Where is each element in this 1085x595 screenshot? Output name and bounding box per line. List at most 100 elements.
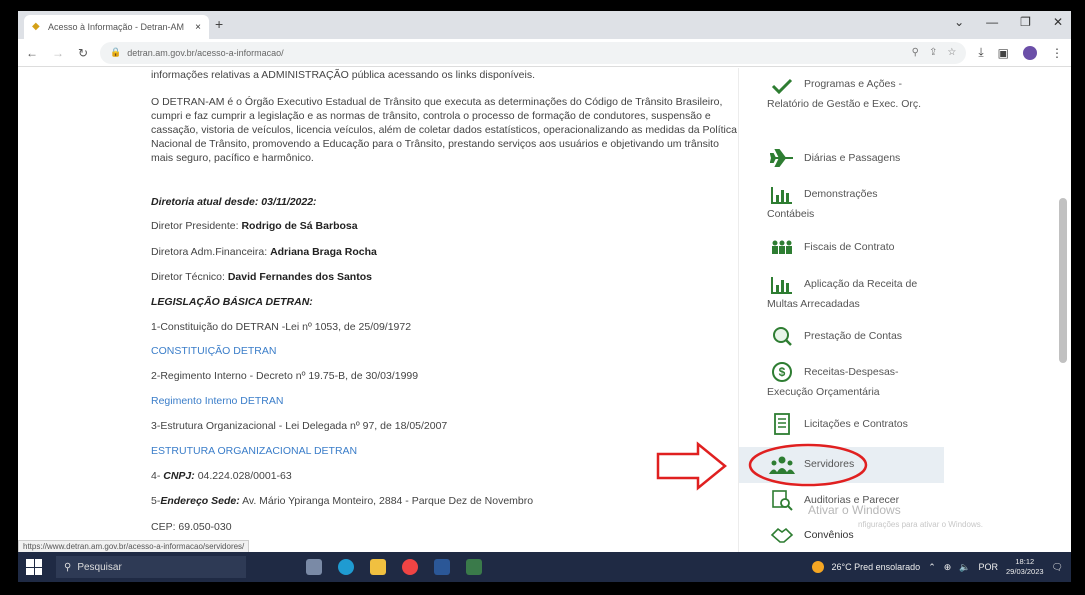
notifications-icon[interactable]: 🗨 bbox=[1052, 562, 1063, 573]
cep-line: CEP: 69.050-030 bbox=[151, 521, 232, 533]
weather-text[interactable]: 26°C Pred ensolarado bbox=[832, 562, 921, 572]
web-page: informações relativas a ADMINISTRAÇÃO pú… bbox=[18, 68, 1071, 552]
sidebar-label-programas-2: Relatório de Gestão e Exec. Orç. bbox=[767, 98, 922, 110]
toolbar-icons: ⤓ ▣ ⋮ bbox=[978, 45, 1063, 60]
sidebar-item-diarias[interactable]: Diárias e Passagens bbox=[739, 148, 944, 168]
status-bar-url: https://www.detran.am.gov.br/acesso-a-in… bbox=[18, 540, 250, 552]
page-scrollbar[interactable] bbox=[1059, 198, 1067, 363]
url-field[interactable]: 🔒 detran.am.gov.br/acesso-a-informacao/ … bbox=[100, 41, 967, 64]
side-panel-icon[interactable]: ▣ bbox=[998, 46, 1009, 60]
activate-windows-subtext: nfigurações para ativar o Windows. bbox=[858, 520, 983, 529]
sidebar-item-demonstracoes[interactable]: Demonstrações Contábeis bbox=[739, 184, 944, 224]
legislacao-item-2: 2-Regimento Interno - Decreto nº 19.75-B… bbox=[151, 370, 419, 382]
diretor-presidente-label: Diretor Presidente: bbox=[151, 220, 239, 232]
dollar-circle-icon: $ bbox=[769, 362, 795, 382]
app-icon[interactable] bbox=[466, 559, 482, 575]
clock-date: 29/03/2023 bbox=[1006, 567, 1044, 576]
close-window-icon[interactable]: ✕ bbox=[1053, 15, 1063, 29]
bookmark-star-icon[interactable]: ☆ bbox=[947, 47, 956, 58]
address-bar: ← → ↻ 🔒 detran.am.gov.br/acesso-a-inform… bbox=[18, 39, 1071, 67]
tray-chevron-icon[interactable]: ⌃ bbox=[928, 562, 936, 573]
legislacao-item-1: 1-Constituição do DETRAN -Lei nº 1053, d… bbox=[151, 321, 412, 333]
taskbar-apps bbox=[306, 559, 482, 575]
browser-window: ◆ Acesso à Informação - Detran-AM × + ⌄ … bbox=[18, 11, 1071, 582]
cnpj-value: 04.224.028/0001-63 bbox=[197, 470, 292, 482]
cnpj-prefix: 4- bbox=[151, 470, 161, 482]
diretor-tecnico-name: David Fernandes dos Santos bbox=[227, 271, 372, 283]
airplane-icon bbox=[769, 148, 795, 168]
file-explorer-icon[interactable] bbox=[370, 559, 386, 575]
diretor-tecnico-label: Diretor Técnico: bbox=[151, 271, 225, 283]
sidebar-item-fiscais[interactable]: Fiscais de Contrato bbox=[739, 237, 944, 257]
bar-chart-icon bbox=[769, 275, 795, 295]
menu-dots-icon[interactable]: ⋮ bbox=[1051, 46, 1063, 60]
tab-title: Acesso à Informação - Detran-AM bbox=[48, 22, 185, 32]
new-tab-button[interactable]: + bbox=[215, 16, 223, 32]
search-icon: ⚲ bbox=[64, 561, 72, 573]
edge-icon[interactable] bbox=[338, 559, 354, 575]
sidebar-label-demonstracoes-2: Contábeis bbox=[767, 208, 815, 220]
share-icon[interactable]: ⇪ bbox=[929, 47, 937, 58]
reload-icon[interactable]: ↻ bbox=[78, 46, 88, 60]
diretora-adm-label: Diretora Adm.Financeira: bbox=[151, 246, 268, 258]
diretor-presidente-line: Diretor Presidente: Rodrigo de Sá Barbos… bbox=[151, 219, 741, 233]
diretora-adm-line: Diretora Adm.Financeira: Adriana Braga R… bbox=[151, 245, 741, 259]
forward-icon[interactable]: → bbox=[52, 46, 64, 60]
activate-windows-watermark: Ativar o Windows bbox=[808, 503, 901, 517]
svg-text:$: $ bbox=[779, 365, 786, 379]
word-icon[interactable] bbox=[434, 559, 450, 575]
clock[interactable]: 18:12 29/03/2023 bbox=[1006, 557, 1044, 577]
windows-taskbar: ⚲ Pesquisar 26°C Pred ensolarado ⌃ ⊕ 🔈 P… bbox=[18, 552, 1071, 582]
diretoria-heading: Diretoria atual desde: 03/11/2022: bbox=[151, 196, 317, 208]
tab-close-icon[interactable]: × bbox=[195, 22, 201, 33]
sede-value: Av. Mário Ypiranga Monteiro, 2884 - Parq… bbox=[242, 495, 534, 507]
constituicao-link[interactable]: CONSTITUIÇÃO DETRAN bbox=[151, 344, 741, 358]
chrome-icon[interactable] bbox=[402, 559, 418, 575]
site-favicon-icon: ◆ bbox=[32, 21, 40, 32]
annotation-overlay bbox=[656, 441, 868, 491]
taskbar-search[interactable]: ⚲ Pesquisar bbox=[56, 556, 246, 578]
minimize-icon[interactable]: — bbox=[986, 15, 998, 29]
description-text: O DETRAN-AM é o Órgão Executivo Estadual… bbox=[151, 96, 737, 164]
legislacao-heading: LEGISLAÇÃO BÁSICA DETRAN: bbox=[151, 296, 313, 308]
back-icon[interactable]: ← bbox=[26, 46, 38, 60]
url-text[interactable]: detran.am.gov.br/acesso-a-informacao/ bbox=[127, 48, 911, 58]
magnifier-icon bbox=[769, 326, 795, 346]
diretor-presidente-name: Rodrigo de Sá Barbosa bbox=[241, 220, 358, 232]
tab-bar: ◆ Acesso à Informação - Detran-AM × + ⌄ … bbox=[18, 11, 1071, 39]
legislacao-item-3: 3-Estrutura Organizacional - Lei Delegad… bbox=[151, 420, 448, 432]
sede-prefix: 5- bbox=[151, 495, 161, 507]
download-icon[interactable]: ⤓ bbox=[978, 45, 983, 60]
diretora-adm-name: Adriana Braga Rocha bbox=[270, 246, 377, 258]
profile-avatar-icon[interactable] bbox=[1023, 45, 1037, 60]
sidebar-item-programas[interactable]: Programas e Ações - Relatório de Gestão … bbox=[739, 74, 944, 114]
lock-icon[interactable]: 🔒 bbox=[110, 47, 121, 58]
cnpj-label: CNPJ: bbox=[163, 470, 195, 482]
sidebar-item-receitas[interactable]: $ Receitas-Despesas- Execução Orçamentár… bbox=[739, 362, 944, 402]
restore-icon[interactable]: ❐ bbox=[1020, 15, 1031, 29]
browser-tab[interactable]: ◆ Acesso à Informação - Detran-AM × bbox=[24, 15, 209, 39]
tab-search-icon[interactable]: ⌄ bbox=[954, 15, 964, 29]
checkmark-icon bbox=[769, 76, 795, 96]
regimento-link[interactable]: Regimento Interno DETRAN bbox=[151, 394, 741, 408]
people-group-icon bbox=[769, 237, 795, 257]
volume-icon[interactable]: 🔈 bbox=[959, 562, 970, 573]
window-controls: ⌄ — ❐ ✕ bbox=[954, 15, 1063, 29]
weather-icon[interactable] bbox=[811, 561, 824, 573]
windows-start-icon[interactable] bbox=[26, 559, 42, 575]
diretor-tecnico-line: Diretor Técnico: David Fernandes dos San… bbox=[151, 270, 741, 284]
document-icon bbox=[769, 413, 795, 435]
annotation-arrow-icon bbox=[656, 441, 727, 491]
sidebar-item-prestacao[interactable]: Prestação de Contas bbox=[739, 326, 944, 346]
sede-label: Endereço Sede: bbox=[160, 495, 240, 507]
nav-buttons: ← → ↻ bbox=[26, 46, 88, 60]
language-indicator[interactable]: POR bbox=[979, 562, 999, 572]
task-view-icon[interactable] bbox=[306, 559, 322, 575]
sidebar-item-licitacoes[interactable]: Licitações e Contratos bbox=[739, 413, 944, 435]
intro-text: informações relativas a ADMINISTRAÇÃO pú… bbox=[151, 69, 535, 81]
network-icon[interactable]: ⊕ bbox=[944, 562, 952, 573]
system-tray: 26°C Pred ensolarado ⌃ ⊕ 🔈 POR 18:12 29/… bbox=[811, 552, 1063, 582]
taskbar-search-label: Pesquisar bbox=[77, 561, 122, 573]
zoom-icon[interactable]: ⚲ bbox=[912, 47, 919, 58]
sidebar-item-aplicacao[interactable]: Aplicação da Receita de Multas Arrecadad… bbox=[739, 274, 944, 314]
